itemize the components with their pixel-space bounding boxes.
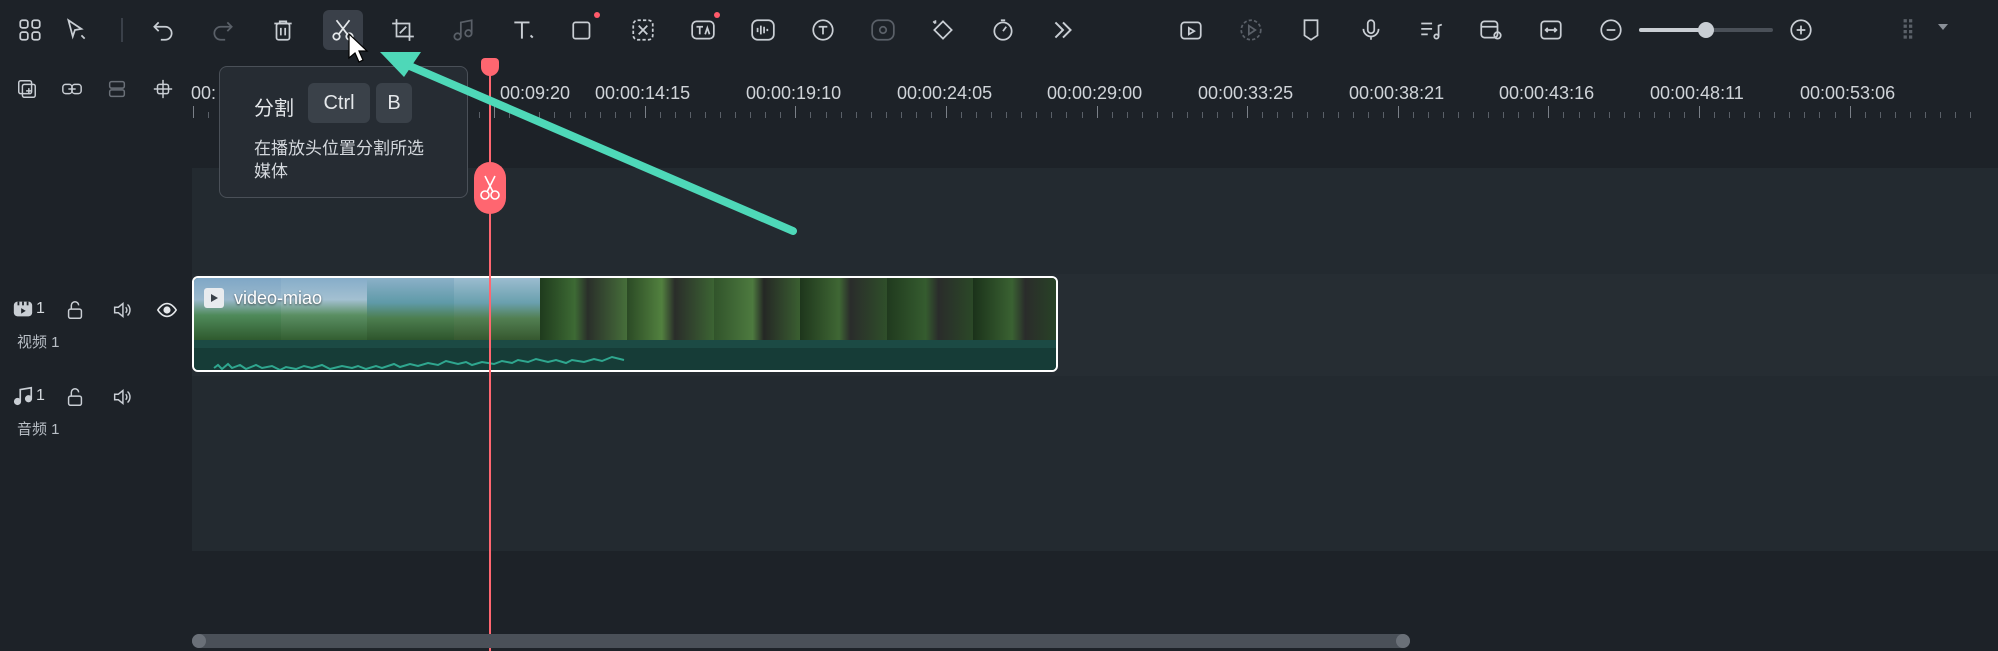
- scrollbar-right-handle[interactable]: [1396, 634, 1410, 648]
- timeline-horizontal-scrollbar[interactable]: [192, 634, 1410, 648]
- annotation-arrow-line: [401, 60, 797, 235]
- annotation-overlay: [348, 32, 797, 235]
- scrollbar-left-handle[interactable]: [192, 634, 206, 648]
- mouse-cursor-icon: [348, 32, 369, 63]
